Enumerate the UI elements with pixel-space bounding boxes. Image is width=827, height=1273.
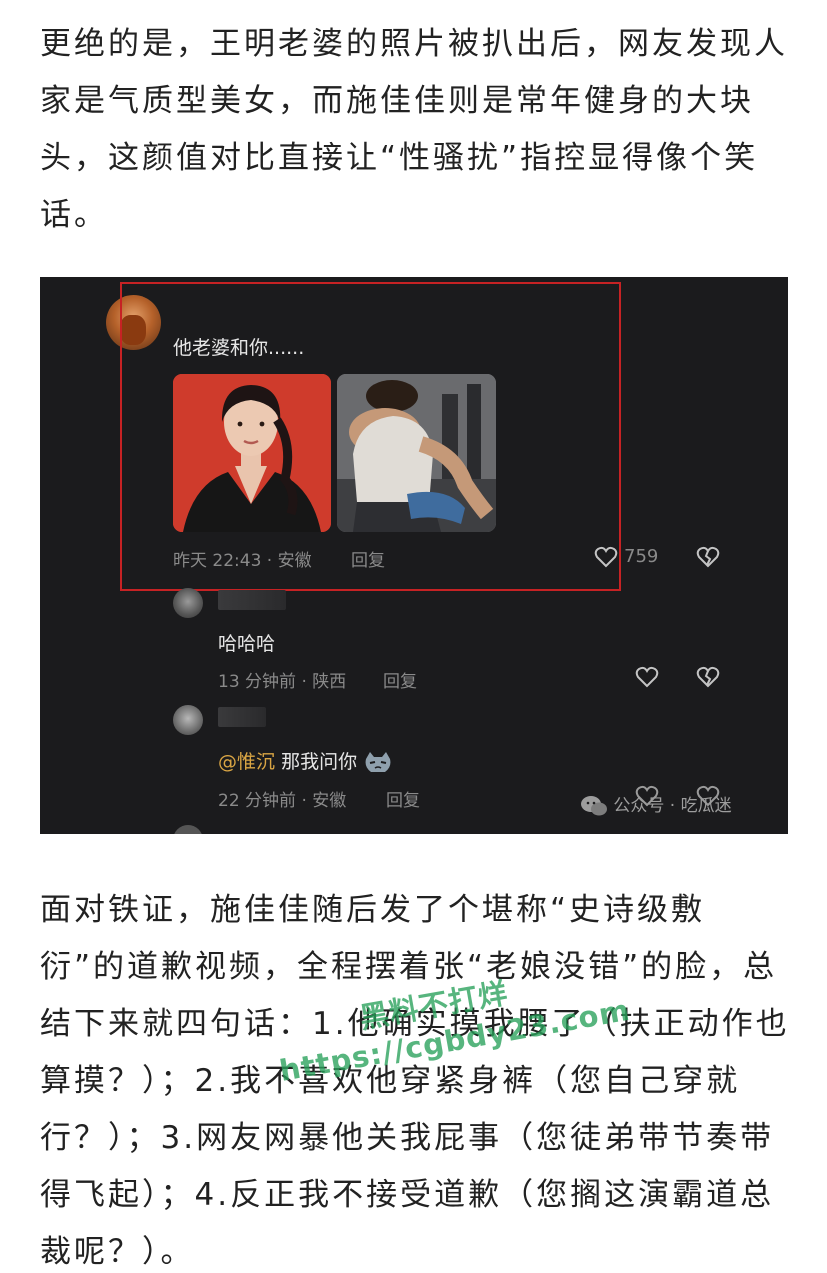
reply-1-text: 哈哈哈 [218, 633, 276, 655]
blurred-username [218, 707, 266, 727]
reply-2-reply-button[interactable]: 回复 [386, 786, 420, 811]
main-comment-meta: 昨天 22:43 · 安徽 [173, 551, 312, 571]
heart-icon[interactable] [594, 546, 618, 568]
comment-screenshot: 他老婆和你...... 昨天 22:43 · 安徽 回复 759 哈哈哈 13 … [40, 277, 788, 834]
reply-avatar [173, 705, 203, 735]
blurred-username [218, 590, 286, 610]
reply-2-meta: 22 分钟前 · 安徽 [218, 791, 347, 811]
gym-photo [337, 374, 496, 532]
mention-link[interactable]: @惟沉 [218, 751, 275, 773]
like-count: 759 [624, 546, 659, 567]
commenter-avatar [106, 295, 161, 350]
main-comment-text: 他老婆和你...... [173, 337, 305, 359]
article-paragraph-2: 面对铁证，施佳佳随后发了个堪称“史诗级敷衍”的道歉视频，全程摆着张“老娘没错”的… [40, 892, 790, 1270]
wechat-source-watermark: 公众号 · 吃瓜迷 [580, 791, 732, 817]
reply-avatar [173, 825, 203, 834]
reply-2-text: @惟沉 那我问你 [218, 747, 393, 775]
wife-photo [173, 374, 331, 532]
main-reply-button[interactable]: 回复 [351, 546, 385, 571]
dislike-icon[interactable] [696, 666, 720, 688]
heart-icon[interactable] [635, 666, 659, 688]
article-paragraph-1: 更绝的是，王明老婆的照片被扒出后，网友发现人家是气质型美女，而施佳佳则是常年健身… [40, 26, 788, 233]
reply-2-body: 那我问你 [281, 751, 358, 773]
cat-emoji-icon [365, 751, 391, 772]
wechat-source-text: 公众号 · 吃瓜迷 [613, 796, 732, 816]
reply-avatar [173, 588, 203, 618]
reply-1-meta: 13 分钟前 · 陕西 [218, 672, 347, 692]
reply-1-reply-button[interactable]: 回复 [383, 667, 417, 692]
dislike-icon[interactable] [696, 546, 720, 568]
wechat-icon [581, 796, 607, 816]
